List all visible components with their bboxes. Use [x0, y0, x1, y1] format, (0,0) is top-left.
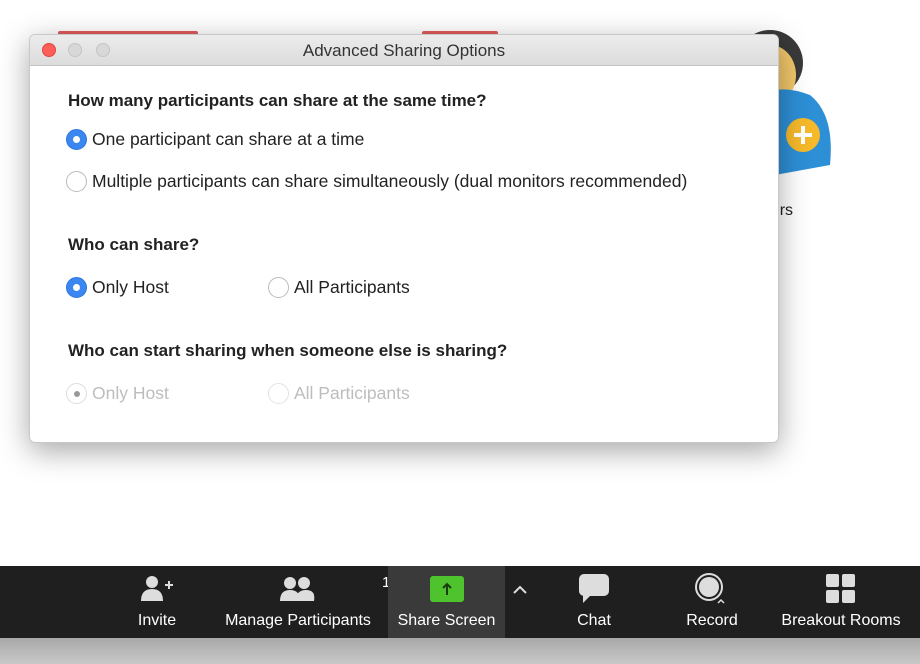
- manage-participants-button[interactable]: 1 Manage Participants: [218, 566, 390, 638]
- record-label: Record: [686, 612, 738, 629]
- radio-all-participants-disabled: All Participants: [268, 383, 410, 404]
- question-concurrent-sharing: How many participants can share at the s…: [68, 91, 487, 110]
- share-screen-label: Share Screen: [397, 612, 496, 629]
- radio-unselected-icon[interactable]: [268, 277, 289, 298]
- zoom-button[interactable]: [96, 43, 110, 57]
- radio-unselected-icon[interactable]: [66, 171, 87, 192]
- share-screen-icon: [429, 576, 464, 602]
- meeting-toolbar: Invite 1 Manage Participants Share Scree…: [0, 566, 920, 638]
- question-who-can-start-sharing: Who can start sharing when someone else …: [68, 341, 508, 360]
- radio-unselected-icon: [268, 383, 289, 404]
- chat-icon: [579, 574, 609, 603]
- radio-only-host[interactable]: Only Host: [66, 277, 169, 298]
- title-bar[interactable]: Advanced Sharing Options: [30, 35, 778, 66]
- option-label: All Participants: [294, 277, 410, 297]
- window-bottom-area: [0, 638, 920, 664]
- radio-only-host-disabled: Only Host: [66, 383, 169, 404]
- question-who-can-share: Who can share?: [68, 235, 200, 254]
- option-label: Only Host: [92, 277, 169, 297]
- participants-icon: [280, 577, 315, 601]
- breakout-rooms-icon: [826, 574, 855, 603]
- manage-participants-label: Manage Participants: [225, 612, 371, 629]
- record-icon: [695, 573, 725, 604]
- option-label: One participant can share at a time: [92, 129, 365, 149]
- radio-one-participant[interactable]: One participant can share at a time: [66, 129, 364, 150]
- option-label: Only Host: [92, 383, 169, 403]
- share-screen-button[interactable]: Share Screen: [388, 566, 505, 638]
- chat-label: Chat: [577, 612, 611, 629]
- close-button[interactable]: [42, 43, 56, 57]
- option-label: Multiple participants can share simultan…: [92, 171, 688, 191]
- chat-button[interactable]: Chat: [560, 566, 628, 638]
- invite-label: Invite: [137, 612, 177, 629]
- invite-icon: [141, 576, 173, 601]
- record-button[interactable]: Record: [672, 566, 752, 638]
- share-options-chevron[interactable]: [507, 566, 533, 638]
- option-label: All Participants: [294, 383, 410, 403]
- advanced-sharing-dialog: Advanced Sharing Options How many partic…: [29, 34, 779, 443]
- minimize-button[interactable]: [68, 43, 82, 57]
- dialog-title: Advanced Sharing Options: [302, 41, 506, 60]
- chevron-up-icon: [513, 585, 527, 594]
- radio-selected-icon[interactable]: [66, 129, 87, 150]
- radio-all-participants[interactable]: All Participants: [268, 277, 410, 298]
- breakout-rooms-button[interactable]: Breakout Rooms: [775, 566, 907, 638]
- invite-button[interactable]: Invite: [125, 566, 189, 638]
- radio-selected-icon[interactable]: [66, 277, 87, 298]
- radio-multiple-participants[interactable]: Multiple participants can share simultan…: [66, 171, 687, 192]
- breakout-rooms-label: Breakout Rooms: [781, 612, 901, 629]
- radio-selected-icon: [66, 383, 87, 404]
